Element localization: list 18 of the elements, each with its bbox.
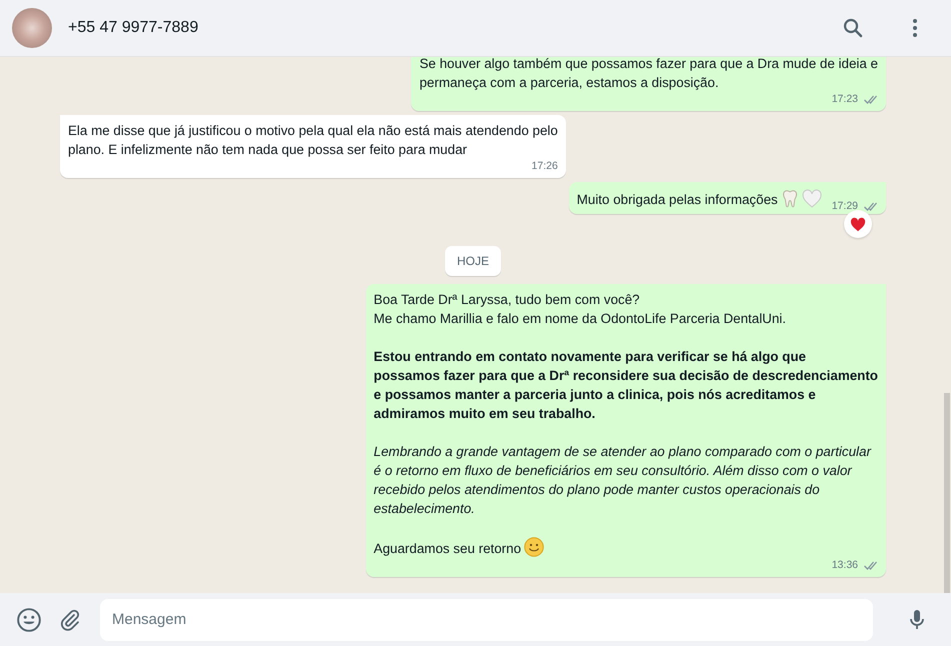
message-text: Estou entrando em contato novamente para verificar se há algo que possamos fazer para que a Drª reconsidere sua decisão de descredenciamento e possamos manter a parceria junto a clinica, pois nós acreditamos e admiramos muito em seu trabalho. bbox=[374, 348, 878, 423]
message-text: Aguardamos seu retorno bbox=[374, 540, 522, 558]
message-text: Se houver algo também que possamos fazer para que a Dra mude de ideia e permaneça com a parceria, estamos a disposição. bbox=[419, 57, 878, 92]
date-label: HOJE bbox=[444, 246, 501, 276]
message-input[interactable]: Mensagem bbox=[100, 598, 873, 640]
message-text: Ela me disse que já justificou o motivo pela qual ela não está mais atendendo pelo plano. E infelizmente não tem nada que possa ser feito para mudar bbox=[68, 122, 558, 159]
message-time: 17:26 bbox=[532, 159, 558, 173]
message-text: Lembrando a grande vantagem de se atender ao plano comparado com o particular é o retorno em fluxo de beneficiários em seu consultório. Além disso com o valor recebido pelos atendimentos do plano pode manter custos operacionais do estabelecimento. bbox=[374, 443, 871, 518]
emoji-icon[interactable] bbox=[16, 606, 42, 632]
contact-name[interactable]: +55 47 9977-7889 bbox=[68, 19, 813, 37]
message-time: 17:23 bbox=[832, 92, 858, 106]
message-text: Boa Tarde Drª Laryssa, tudo bem com você? Me chamo Marillia e falo em nome da OdontoLife Parceria DentalUni. bbox=[374, 291, 786, 328]
search-icon[interactable] bbox=[841, 16, 865, 40]
message-time: 17:29 bbox=[832, 199, 858, 213]
paperclip-icon[interactable] bbox=[58, 608, 82, 632]
message-text: Muito obrigada pelas informações bbox=[576, 191, 778, 209]
reaction-badge[interactable] bbox=[844, 210, 872, 238]
message-time: 13:36 bbox=[832, 558, 858, 572]
